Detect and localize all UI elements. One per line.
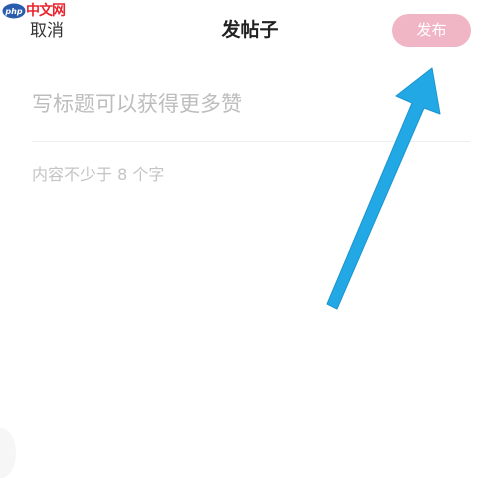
title-input[interactable] xyxy=(32,86,462,122)
post-editor-page: 取消 发帖子 发布 php 中文网 xyxy=(0,0,500,478)
publish-button[interactable]: 发布 xyxy=(392,14,471,47)
watermark-text: 中文网 xyxy=(26,3,66,19)
corner-bubble xyxy=(0,428,16,478)
header-bar: 取消 发帖子 发布 xyxy=(0,0,500,62)
divider xyxy=(32,141,470,142)
watermark-logo-text: php xyxy=(4,7,22,16)
content-textarea[interactable] xyxy=(32,162,462,382)
watermark: php 中文网 xyxy=(0,0,66,22)
php-logo-icon: php xyxy=(2,3,26,19)
